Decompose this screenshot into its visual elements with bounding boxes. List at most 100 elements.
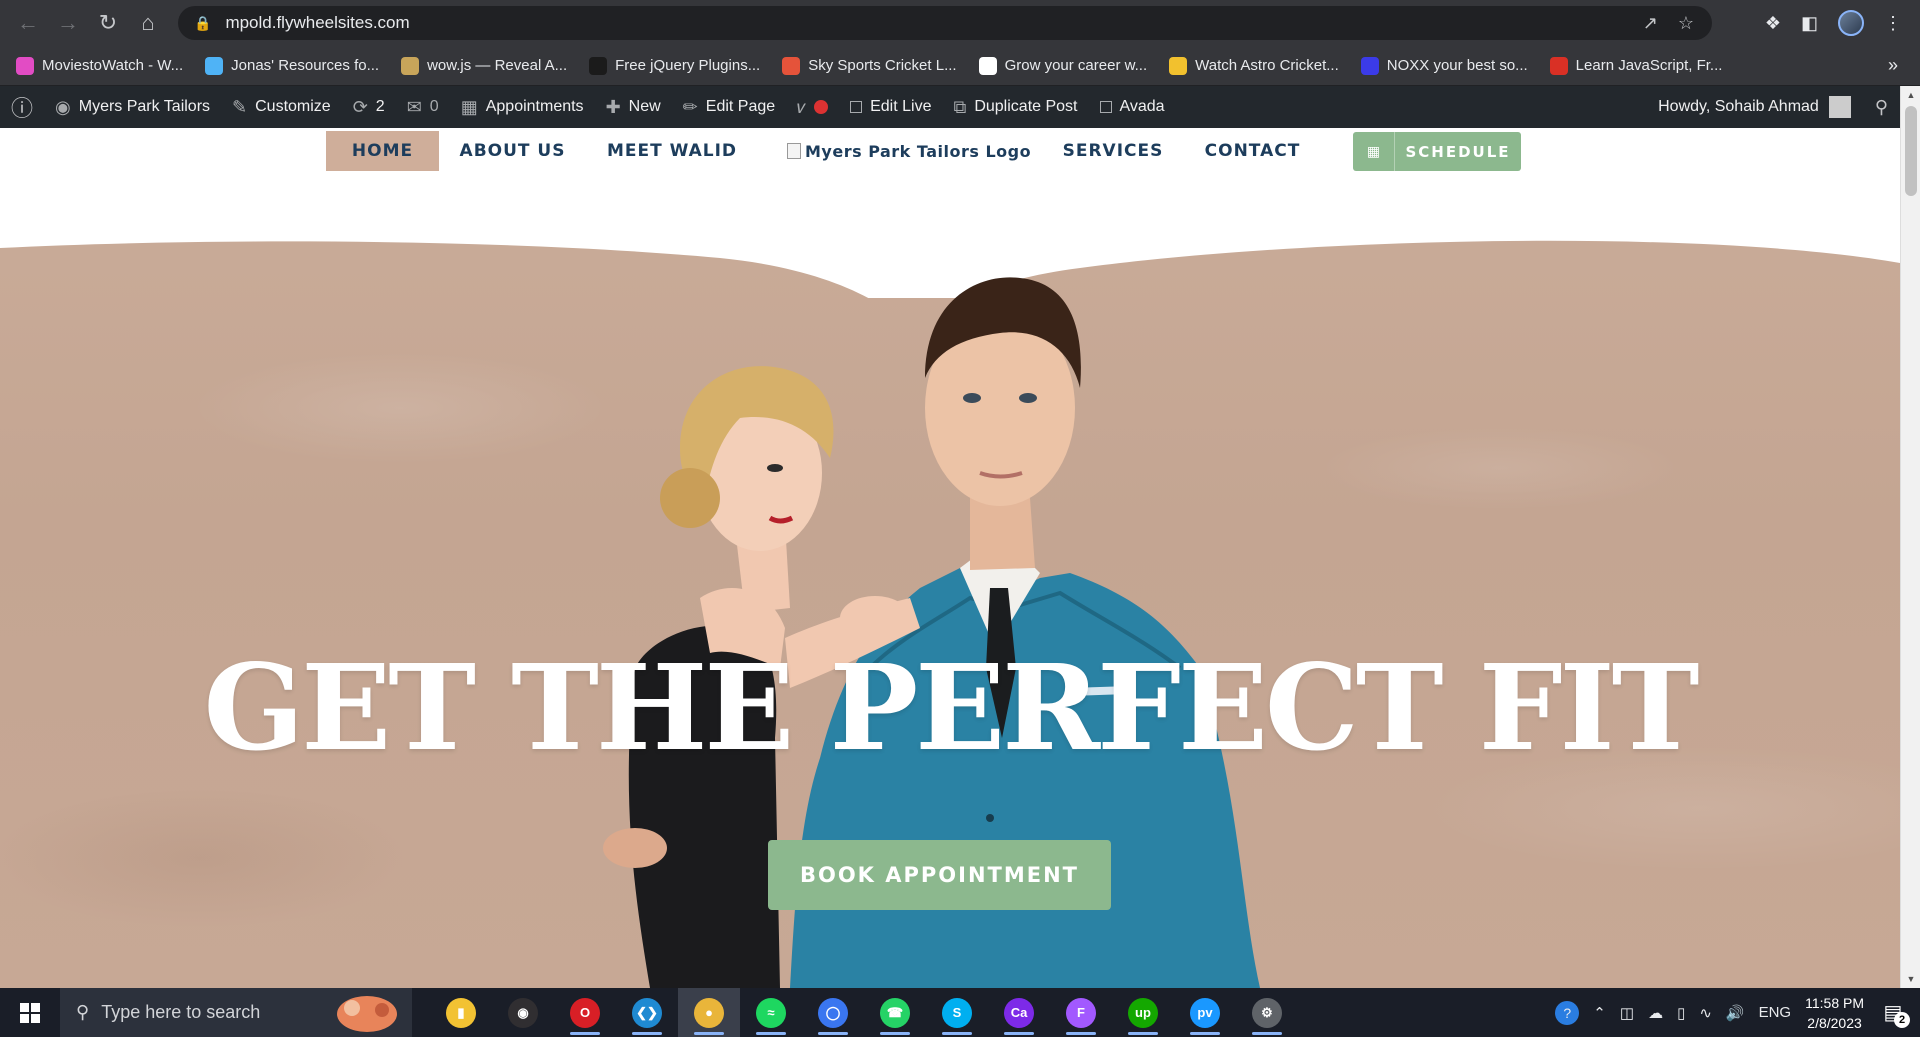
taskbar-app-whatsapp[interactable]: ☎: [864, 988, 926, 1037]
scroll-down-icon[interactable]: ▼: [1901, 970, 1920, 988]
profile-avatar[interactable]: [1838, 10, 1864, 36]
taskbar-app-prime-video[interactable]: pv: [1174, 988, 1236, 1037]
wp-admin-bar: ⓘ ◉ Myers Park Tailors ✎ Customize ⟳ 2 ✉ 0 ▦…: [0, 86, 1900, 128]
taskbar-app-canva[interactable]: Ca: [988, 988, 1050, 1037]
bookmark-favicon-icon: [16, 56, 34, 75]
wifi-icon[interactable]: ∿: [1699, 1004, 1712, 1022]
wp-edit-page-label: Edit Page: [705, 98, 776, 115]
chevron-up-icon[interactable]: ⌃: [1593, 1004, 1606, 1022]
battery-icon[interactable]: ▯: [1677, 1004, 1685, 1022]
reload-button[interactable]: ↻: [88, 3, 128, 43]
bookmark-label: wow.js — Reveal A...: [427, 57, 568, 74]
language-indicator[interactable]: ENG: [1759, 1004, 1792, 1021]
bookmark-item[interactable]: Sky Sports Cricket L...: [782, 56, 957, 75]
taskbar-apps: ▮ ◉ O ❮❯ ● ≈ ◯ ☎ S Ca Fup pv ⚙: [430, 988, 1298, 1037]
taskbar-app-settings[interactable]: ⚙: [1236, 988, 1298, 1037]
nav-home[interactable]: HOME: [326, 131, 439, 171]
taskbar-app-skype[interactable]: S: [926, 988, 988, 1037]
wp-comments[interactable]: ✉ 0: [396, 97, 450, 118]
bookmark-favicon-icon: [978, 56, 997, 75]
wordpress-logo-icon: ⓘ: [11, 96, 34, 121]
taskbar-app-chrome[interactable]: ●: [678, 988, 740, 1037]
whatsapp-icon: ☎: [880, 997, 910, 1028]
bookmarks-overflow-button[interactable]: »: [1888, 55, 1898, 76]
wp-site-name[interactable]: ◉ Myers Park Tailors: [44, 97, 221, 118]
device-icon[interactable]: ◫: [1620, 1004, 1634, 1022]
bookmark-label: Free jQuery Plugins...: [615, 57, 761, 74]
wp-howdy[interactable]: Howdy, Sohaib Ahmad: [1658, 98, 1819, 116]
vscode-icon: ❮❯: [632, 997, 662, 1028]
bookmark-favicon-icon: [205, 56, 224, 75]
back-button[interactable]: ←: [8, 3, 48, 43]
volume-icon[interactable]: 🔊: [1726, 1004, 1745, 1022]
forward-button[interactable]: →: [48, 3, 88, 43]
share-icon[interactable]: ↗: [1643, 13, 1658, 34]
taskbar-app-vscode[interactable]: ❮❯: [616, 988, 678, 1037]
wp-updates[interactable]: ⟳ 2: [342, 97, 396, 118]
scroll-thumb[interactable]: [1905, 106, 1917, 196]
bookmark-item[interactable]: Learn JavaScript, Fr...: [1549, 56, 1722, 75]
nav-services[interactable]: SERVICES: [1058, 131, 1168, 171]
taskbar-app-opera[interactable]: O: [554, 988, 616, 1037]
duplicate-icon: ⧉: [953, 96, 967, 117]
search-highlight-image: [337, 996, 397, 1032]
comment-icon: ✉: [406, 96, 422, 117]
taskbar-app-file-explorer[interactable]: ▮: [430, 988, 492, 1037]
page-scrollbar[interactable]: ▲ ▼: [1900, 86, 1920, 988]
wp-new-label: New: [628, 98, 661, 115]
taskbar-app-figma[interactable]: F: [1050, 988, 1112, 1037]
wp-edit-page[interactable]: ✏ Edit Page: [672, 97, 786, 118]
bookmark-item[interactable]: Watch Astro Cricket...: [1169, 56, 1339, 75]
search-icon[interactable]: ⚲: [1875, 97, 1888, 118]
bookmark-label: Watch Astro Cricket...: [1195, 57, 1339, 74]
onedrive-icon[interactable]: ☁: [1648, 1004, 1663, 1022]
calendar-icon: ▦: [460, 96, 478, 117]
bookmark-item[interactable]: Grow your career w...: [978, 56, 1147, 75]
wp-customize[interactable]: ✎ Customize: [221, 97, 342, 118]
wp-yoast[interactable]: 𝜈: [786, 97, 839, 118]
bookmark-item[interactable]: Jonas' Resources fo...: [205, 56, 379, 75]
plus-icon: ✚: [605, 96, 621, 117]
scroll-up-icon[interactable]: ▲: [1901, 86, 1920, 104]
user-avatar[interactable]: [1828, 96, 1851, 118]
canva-icon: Ca: [1004, 997, 1034, 1028]
bookmark-item[interactable]: NOXX your best so...: [1360, 56, 1528, 75]
wp-edit-live[interactable]: Edit Live: [839, 98, 942, 116]
bookmark-star-icon[interactable]: ☆: [1678, 13, 1694, 34]
start-button[interactable]: [0, 988, 60, 1037]
address-url[interactable]: mpold.flywheelsites.com: [225, 13, 409, 33]
taskbar-app-upwork[interactable]: up: [1112, 988, 1174, 1037]
wp-appointments[interactable]: ▦ Appointments: [450, 97, 595, 118]
clock[interactable]: 11:58 PM 2/8/2023: [1805, 993, 1864, 1033]
wp-appointments-label: Appointments: [485, 98, 584, 115]
wp-new[interactable]: ✚ New: [595, 97, 672, 118]
home-button[interactable]: ⌂: [128, 3, 168, 43]
nav-contact[interactable]: CONTACT: [1200, 131, 1305, 171]
wp-logo-menu[interactable]: ⓘ: [0, 91, 44, 123]
bookmark-item[interactable]: Free jQuery Plugins...: [589, 56, 761, 75]
extensions-icon[interactable]: ❖: [1765, 13, 1781, 34]
taskbar-app-obs[interactable]: ◉: [492, 988, 554, 1037]
bookmark-item[interactable]: wow.js — Reveal A...: [401, 56, 568, 75]
bookmark-label: MoviestoWatch - W...: [42, 57, 184, 74]
site-logo[interactable]: Myers Park Tailors Logo: [787, 131, 1031, 171]
help-icon[interactable]: ?: [1555, 1000, 1580, 1025]
wp-customize-label: Customize: [255, 98, 331, 115]
book-appointment-button[interactable]: BOOK APPOINTMENT: [768, 840, 1111, 910]
wp-duplicate-post[interactable]: ⧉ Duplicate Post: [942, 97, 1088, 118]
schedule-button[interactable]: ▦ SCHEDULE: [1353, 132, 1521, 171]
taskbar-app-signal[interactable]: ◯: [802, 988, 864, 1037]
side-panel-icon[interactable]: ◧: [1801, 13, 1818, 34]
bookmark-item[interactable]: MoviestoWatch - W...: [16, 56, 184, 75]
notification-center-button[interactable]: ▤ 2: [1878, 998, 1910, 1028]
browser-menu-icon[interactable]: ⋮: [1884, 13, 1902, 34]
taskbar-search[interactable]: ⚲ Type here to search: [60, 988, 412, 1037]
wp-avada[interactable]: Avada: [1089, 98, 1176, 116]
address-bar[interactable]: 🔒 mpold.flywheelsites.com ↗ ☆: [178, 6, 1712, 40]
nav-meet-walid[interactable]: MEET WALID: [602, 131, 742, 171]
wp-avada-label: Avada: [1119, 98, 1165, 115]
calendar-icon: ▦: [1353, 132, 1395, 171]
nav-about-us[interactable]: ABOUT US: [455, 131, 570, 171]
taskbar-app-spotify[interactable]: ≈: [740, 988, 802, 1037]
bookmark-favicon-icon: [1360, 56, 1379, 75]
